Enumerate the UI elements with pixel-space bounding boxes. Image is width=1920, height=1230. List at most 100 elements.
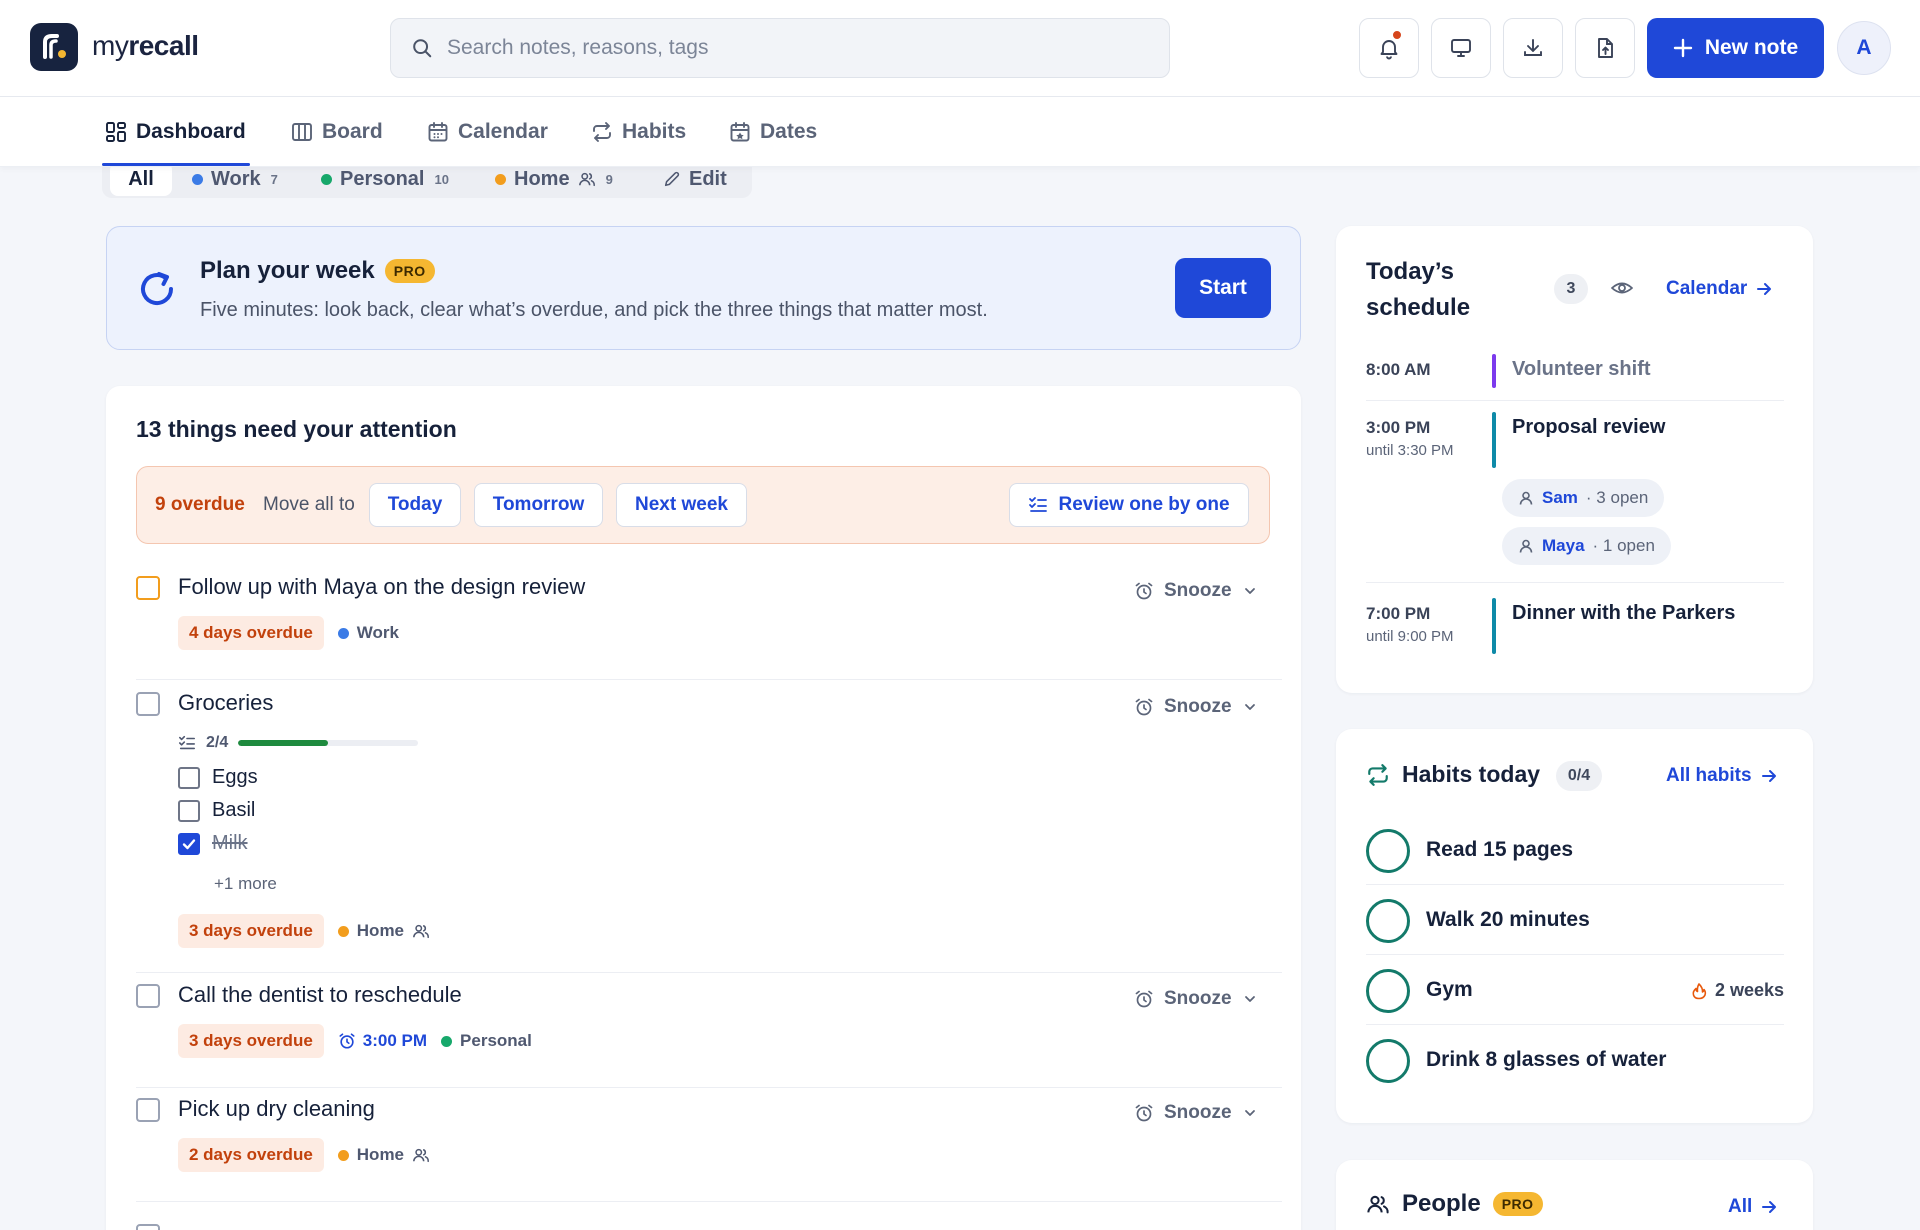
check-icon <box>182 838 196 849</box>
chevron-down-icon <box>1244 588 1255 594</box>
export-button[interactable] <box>1575 18 1635 78</box>
review-one-by-one-button[interactable]: Review one by one <box>1009 483 1249 527</box>
work-dot <box>192 173 203 185</box>
all-people-link[interactable]: All <box>1728 1196 1778 1218</box>
tab-dates[interactable]: Dates <box>729 97 817 167</box>
overdue-badge: 4 days overdue <box>178 616 324 650</box>
progress-bar <box>238 740 419 746</box>
present-button[interactable] <box>1431 18 1491 78</box>
search-input[interactable] <box>447 36 1147 60</box>
task-meta: 2 days overdue Home <box>178 1138 430 1172</box>
notifications-button[interactable] <box>1359 18 1419 78</box>
habit-streak-label: 2 weeks <box>1714 980 1784 1000</box>
habit-check-ring[interactable] <box>1366 829 1410 873</box>
user-avatar[interactable]: A <box>1837 21 1891 75</box>
task-meta: 3 days overdue Home <box>178 914 430 948</box>
event-title: Proposal review <box>1512 416 1666 438</box>
progress-bar-fill <box>238 740 329 746</box>
filter-personal-label: Personal <box>340 167 425 190</box>
checklist-progress: 2/4 <box>178 734 419 752</box>
calendar-link[interactable]: Calendar <box>1666 278 1773 300</box>
logo-icon <box>43 34 66 59</box>
snooze-label: Snooze <box>1164 696 1232 717</box>
more-items-link[interactable]: +1 more <box>214 874 277 894</box>
task-checkbox[interactable] <box>136 1224 160 1230</box>
filter-personal[interactable]: Personal 10 <box>321 162 449 196</box>
event-time: 3:00 PM <box>1366 418 1431 437</box>
home-dot <box>337 925 349 937</box>
shared-people-icon <box>578 172 595 187</box>
checklist-checkbox-checked[interactable] <box>178 832 200 855</box>
task-tag-label: Home <box>356 1145 405 1164</box>
event-color-bar <box>1492 598 1496 654</box>
filter-all[interactable]: All <box>110 162 172 196</box>
schedule-event[interactable]: 3:00 PM until 3:30 PM Proposal review Sa… <box>1366 412 1784 590</box>
reminder-time[interactable]: 3:00 PM <box>338 1031 427 1051</box>
home-dot <box>337 1149 349 1161</box>
schedule-event[interactable]: 8:00 AM Volunteer shift <box>1366 354 1784 402</box>
task-title[interactable]: Pick up dry cleaning <box>178 1096 375 1122</box>
schedule-count: 3 <box>1554 274 1588 304</box>
task-title[interactable]: Follow up with Maya on the design review <box>178 574 585 600</box>
task-tag[interactable]: Home <box>337 1145 430 1165</box>
snooze-button[interactable]: Snooze <box>1134 988 1258 1010</box>
divider <box>1366 400 1784 401</box>
review-label: Review one by one <box>1058 494 1230 515</box>
filter-work[interactable]: Work 7 <box>192 162 278 196</box>
move-today-button[interactable]: Today <box>369 483 461 527</box>
personal-dot <box>441 1035 453 1047</box>
start-button[interactable]: Start <box>1175 258 1271 318</box>
new-note-button[interactable]: New note <box>1647 18 1824 78</box>
filter-all-label: All <box>128 167 154 190</box>
event-until: until 9:00 PM <box>1366 628 1454 645</box>
home-dot <box>495 173 506 185</box>
all-habits-link[interactable]: All habits <box>1666 765 1778 787</box>
move-next-week-button[interactable]: Next week <box>616 483 747 527</box>
task-checkbox[interactable] <box>136 692 160 716</box>
filter-edit[interactable]: Edit <box>663 162 727 196</box>
download-button[interactable] <box>1503 18 1563 78</box>
plan-week-banner: Plan your week PRO Five minutes: look ba… <box>106 226 1301 350</box>
task-checkbox[interactable] <box>136 1098 160 1122</box>
checklist-checkbox[interactable] <box>178 799 200 822</box>
overdue-badge: 2 days overdue <box>178 1138 324 1172</box>
chevron-down-icon <box>1244 704 1255 710</box>
task-checkbox[interactable] <box>136 984 160 1008</box>
tab-dashboard[interactable]: Dashboard <box>105 97 246 167</box>
move-tomorrow-button[interactable]: Tomorrow <box>474 483 603 527</box>
task-title[interactable]: Groceries <box>178 690 273 716</box>
plan-title: Plan your week PRO <box>200 257 435 285</box>
snooze-button[interactable]: Snooze <box>1134 580 1258 602</box>
schedule-event[interactable]: 7:00 PM until 9:00 PM Dinner with the Pa… <box>1366 598 1784 658</box>
checklist-item[interactable]: Basil <box>178 799 255 822</box>
snooze-button[interactable]: Snooze <box>1134 696 1258 718</box>
task-tag[interactable]: Home <box>337 921 430 941</box>
eye-icon[interactable] <box>1610 276 1634 300</box>
checklist-item[interactable]: Milk <box>178 832 248 855</box>
checklist-checkbox[interactable] <box>178 766 200 789</box>
snooze-button[interactable]: Snooze <box>1134 1102 1258 1124</box>
task-checkbox[interactable] <box>136 576 160 600</box>
search-box[interactable] <box>390 18 1170 78</box>
main-nav: Dashboard Board Calendar Habits Dates <box>0 97 1920 167</box>
task-tag[interactable]: Personal <box>441 1031 532 1051</box>
habit-check-ring[interactable] <box>1366 1039 1410 1083</box>
app-logo[interactable] <box>30 23 78 71</box>
person-chip-sam[interactable]: Sam · 3 open <box>1502 479 1665 517</box>
tab-calendar[interactable]: Calendar <box>427 97 548 167</box>
pro-badge: PRO <box>384 259 435 283</box>
event-time: 8:00 AM <box>1366 360 1431 379</box>
schedule-title-line1: Today’s <box>1366 258 1455 285</box>
task-title[interactable]: Call the dentist to reschedule <box>178 982 462 1008</box>
flame-icon <box>1692 982 1707 999</box>
filter-edit-label: Edit <box>689 167 727 190</box>
checklist-item[interactable]: Eggs <box>178 766 258 789</box>
habit-check-ring[interactable] <box>1366 899 1410 943</box>
event-color-bar <box>1492 412 1496 468</box>
tab-habits[interactable]: Habits <box>591 97 686 167</box>
tab-board[interactable]: Board <box>291 97 383 167</box>
task-tag[interactable]: Work <box>337 623 399 643</box>
person-chip-maya[interactable]: Maya · 1 open <box>1502 527 1671 565</box>
habit-check-ring[interactable] <box>1366 969 1410 1013</box>
filter-home[interactable]: Home 9 <box>495 162 613 196</box>
